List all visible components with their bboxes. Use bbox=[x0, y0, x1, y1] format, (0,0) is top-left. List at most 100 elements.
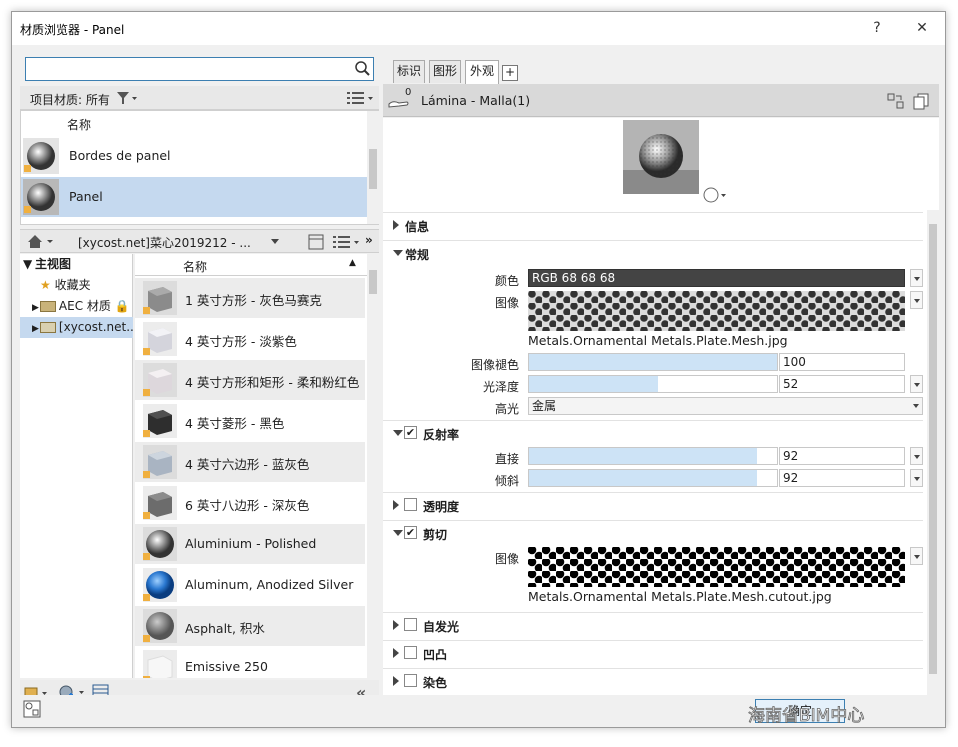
oblique-slider[interactable] bbox=[528, 469, 778, 487]
search-icon[interactable] bbox=[353, 60, 371, 78]
transparency-checkbox[interactable] bbox=[404, 498, 417, 511]
glossiness-dropdown[interactable] bbox=[910, 375, 923, 393]
tree-item-home[interactable]: ▼ 主视图 bbox=[20, 254, 133, 275]
reflectivity-checkbox[interactable]: ✔ bbox=[404, 426, 417, 439]
list-view-icon[interactable] bbox=[332, 235, 364, 249]
name-column-header[interactable]: 名称 bbox=[67, 116, 91, 133]
chevron-down-icon[interactable] bbox=[268, 235, 282, 249]
direct-input[interactable]: 92 bbox=[779, 447, 905, 465]
search-input[interactable] bbox=[25, 57, 374, 81]
tree-item-library[interactable]: ▶ [xycost.net... bbox=[20, 317, 133, 338]
tree-item-favorites[interactable]: ★ 收藏夹 bbox=[20, 275, 133, 296]
list-item[interactable]: 6 英寸八边形 - 深灰色 bbox=[135, 483, 365, 523]
list-item[interactable]: Emissive 250 bbox=[135, 647, 365, 678]
filter-icon[interactable] bbox=[116, 91, 138, 105]
section-bump[interactable]: 凹凸 bbox=[383, 640, 923, 664]
scrollbar[interactable] bbox=[927, 210, 939, 706]
scrollbar[interactable] bbox=[367, 254, 379, 678]
self-illumination-checkbox[interactable] bbox=[404, 618, 417, 631]
list-item[interactable]: 4 英寸六边形 - 蓝灰色 bbox=[135, 442, 365, 482]
list-item[interactable]: 4 英寸菱形 - 黑色 bbox=[135, 401, 365, 441]
section-cutout[interactable]: ✔ 剪切 bbox=[383, 520, 923, 544]
mesh-image[interactable] bbox=[528, 291, 905, 331]
list-item[interactable]: Aluminum, Anodized Silver bbox=[135, 565, 365, 605]
material-name: 1 英寸方形 - 灰色马赛克 bbox=[185, 293, 322, 308]
chevron-down-icon[interactable]: ▼ bbox=[23, 254, 35, 275]
chevron-right-icon[interactable] bbox=[393, 500, 399, 510]
material-browser-toggle-icon[interactable] bbox=[23, 700, 43, 720]
oblique-input[interactable]: 92 bbox=[779, 469, 905, 487]
direct-slider[interactable] bbox=[528, 447, 778, 465]
chevron-right-icon[interactable]: ▶ bbox=[32, 303, 39, 313]
chevron-right-icon[interactable] bbox=[393, 648, 399, 658]
add-tab-button[interactable]: + bbox=[502, 65, 518, 81]
cutout-dropdown[interactable] bbox=[910, 547, 923, 565]
chevron-down-icon[interactable] bbox=[393, 530, 403, 536]
cutout-checkbox[interactable]: ✔ bbox=[404, 526, 417, 539]
section-self-illumination[interactable]: 自发光 bbox=[383, 612, 923, 636]
panel-toggle-icon[interactable] bbox=[308, 234, 324, 250]
project-filter-label: 项目材质: 所有 bbox=[30, 93, 110, 107]
section-info[interactable]: 信息 bbox=[383, 212, 923, 236]
tab-graphics[interactable]: 图形 bbox=[429, 60, 461, 83]
oblique-dropdown[interactable] bbox=[910, 469, 923, 487]
scrollbar[interactable] bbox=[367, 111, 379, 224]
project-materials-list: 名称 Bordes de panel Panel bbox=[20, 110, 379, 225]
image-dropdown[interactable] bbox=[910, 291, 923, 309]
list-item[interactable]: 4 英寸方形和矩形 - 柔和粉红色 bbox=[135, 360, 365, 400]
bump-checkbox[interactable] bbox=[404, 646, 417, 659]
section-tint[interactable]: 染色 bbox=[383, 668, 923, 692]
list-item[interactable]: Bordes de panel bbox=[21, 136, 367, 176]
section-title: 染色 bbox=[423, 676, 448, 690]
cutout-image-label: 图像 bbox=[494, 552, 519, 566]
help-button[interactable]: ? bbox=[862, 16, 892, 40]
material-thumbnail bbox=[143, 527, 177, 561]
tab-identity[interactable]: 标识 bbox=[393, 60, 425, 83]
highlights-dropdown[interactable] bbox=[910, 397, 923, 415]
color-dropdown[interactable] bbox=[910, 269, 923, 287]
home-icon[interactable] bbox=[26, 233, 58, 250]
cutout-filename[interactable]: Metals.Ornamental Metals.Plate.Mesh.cuto… bbox=[528, 589, 832, 604]
glossiness-input[interactable]: 52 bbox=[779, 375, 905, 393]
list-item[interactable]: 4 英寸方形 - 淡紫色 bbox=[135, 319, 365, 359]
material-name: Asphalt, 积水 bbox=[185, 621, 265, 636]
tint-checkbox[interactable] bbox=[404, 674, 417, 687]
close-button[interactable]: ✕ bbox=[907, 16, 937, 40]
image-fade-slider[interactable] bbox=[528, 353, 778, 371]
section-title: 剪切 bbox=[423, 528, 448, 542]
section-transparency[interactable]: 透明度 bbox=[383, 492, 923, 516]
tab-appearance[interactable]: 外观 bbox=[465, 60, 499, 84]
project-materials-header: 项目材质: 所有 bbox=[20, 86, 379, 110]
preview-options-icon[interactable] bbox=[703, 186, 729, 204]
name-column-header[interactable]: 名称 bbox=[183, 258, 207, 275]
color-swatch[interactable]: RGB 68 68 68 bbox=[528, 269, 905, 287]
glossiness-slider[interactable] bbox=[528, 375, 778, 393]
replace-asset-icon[interactable] bbox=[887, 93, 905, 109]
direct-dropdown[interactable] bbox=[910, 447, 923, 465]
material-thumbnail bbox=[143, 322, 177, 356]
list-item[interactable]: Aluminium - Polished bbox=[135, 524, 365, 564]
list-item[interactable]: 1 英寸方形 - 灰色马赛克 bbox=[135, 278, 365, 318]
breadcrumb[interactable]: [xycost.net]菜心2019212 - ... bbox=[78, 234, 251, 251]
section-generic[interactable]: 常规 bbox=[383, 240, 923, 264]
highlights-select[interactable]: 金属 bbox=[528, 397, 923, 415]
duplicate-asset-icon[interactable] bbox=[913, 93, 931, 110]
material-name: 4 英寸方形和矩形 - 柔和粉红色 bbox=[185, 375, 360, 390]
section-reflectivity[interactable]: ✔ 反射率 bbox=[383, 420, 923, 444]
chevron-right-icon[interactable] bbox=[393, 620, 399, 630]
sort-asc-icon[interactable]: ▲ bbox=[349, 258, 356, 268]
tree-item-aec[interactable]: ▶ AEC 材质 🔒 bbox=[20, 296, 133, 317]
status-bar: 确定 海南省BIM中心 bbox=[12, 695, 945, 727]
chevron-right-icon[interactable] bbox=[393, 220, 399, 230]
image-fade-input[interactable]: 100 bbox=[779, 353, 905, 371]
view-options-icon[interactable] bbox=[346, 91, 376, 105]
chevron-down-icon[interactable] bbox=[393, 250, 403, 256]
list-item[interactable]: Panel bbox=[21, 177, 367, 217]
list-item[interactable]: Asphalt, 积水 bbox=[135, 606, 365, 646]
image-filename[interactable]: Metals.Ornamental Metals.Plate.Mesh.jpg bbox=[528, 333, 788, 348]
cutout-image[interactable] bbox=[528, 547, 905, 587]
chevron-down-icon[interactable] bbox=[393, 430, 403, 436]
chevron-right-icon[interactable] bbox=[393, 676, 399, 686]
more-icon[interactable]: » bbox=[365, 233, 373, 247]
chevron-right-icon[interactable]: ▶ bbox=[32, 324, 39, 334]
